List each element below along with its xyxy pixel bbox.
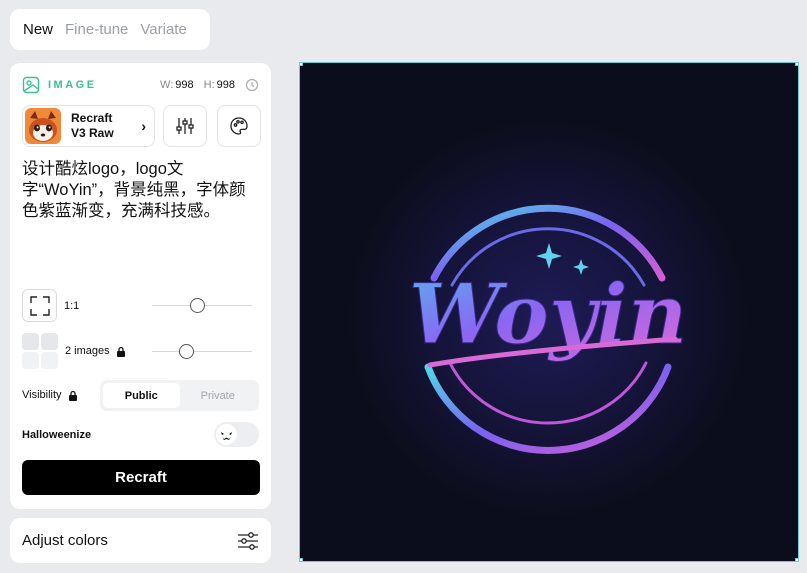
image-settings-panel: IMAGE W: 998 H: 998 Recraft V3 Raw › 设计酷… <box>10 63 271 509</box>
sliders-icon <box>176 118 194 134</box>
recraft-generate-button[interactable]: Recraft <box>22 460 260 495</box>
image-icon <box>22 76 40 94</box>
resize-handle-bottom-left[interactable] <box>300 558 303 561</box>
woyin-logo-image: Woyin <box>300 63 798 561</box>
height-readout[interactable]: H: 998 <box>204 79 235 91</box>
tab-fine-tune[interactable]: Fine-tune <box>65 21 128 38</box>
image-dimensions: W: 998 H: 998 <box>160 78 259 92</box>
resize-handle-top-right[interactable] <box>795 63 798 66</box>
adjust-sliders-icon <box>238 531 258 550</box>
width-readout[interactable]: W: 998 <box>160 79 194 91</box>
halloweenize-switch-thumb <box>216 424 237 445</box>
mode-tabs: New Fine-tune Variate <box>10 9 210 50</box>
image-count-icon[interactable] <box>22 333 58 369</box>
halloweenize-label: Halloweenize <box>22 429 92 441</box>
image-count-label: 2 images <box>65 345 126 357</box>
palette-icon <box>230 117 248 135</box>
clock-icon[interactable] <box>245 78 259 92</box>
visibility-private-option[interactable]: Private <box>180 383 257 408</box>
chevron-right-icon: › <box>141 118 146 134</box>
aspect-ratio-label: 1:1 <box>64 299 80 312</box>
tab-variate[interactable]: Variate <box>140 21 186 38</box>
image-count-slider-knob[interactable] <box>179 344 194 359</box>
visibility-label: Visibility <box>22 389 78 401</box>
color-palette-button[interactable] <box>217 105 261 147</box>
aspect-ratio-slider[interactable] <box>152 298 252 313</box>
adjust-colors-label: Adjust colors <box>22 532 108 549</box>
image-header: IMAGE W: 998 H: 998 <box>22 75 259 95</box>
pumpkin-face-icon <box>221 431 232 440</box>
aspect-ratio-slider-knob[interactable] <box>190 298 205 313</box>
image-count-slider[interactable] <box>152 344 252 359</box>
prompt-text[interactable]: 设计酷炫logo，logo文字“WoYin”，背景纯黑，字体颜色紫蓝渐变，充满科… <box>22 159 262 222</box>
tab-new[interactable]: New <box>23 21 53 38</box>
resize-handle-top-left[interactable] <box>300 63 303 66</box>
settings-sliders-button[interactable] <box>163 105 207 147</box>
halloweenize-switch[interactable] <box>214 422 259 447</box>
lock-icon <box>68 390 77 401</box>
generated-image-canvas[interactable]: Woyin <box>299 62 799 562</box>
adjust-colors-section[interactable]: Adjust colors <box>10 518 271 563</box>
red-panda-avatar <box>25 108 61 144</box>
aspect-ratio-icon[interactable] <box>22 289 57 322</box>
model-name: Recraft V3 Raw <box>71 111 114 140</box>
resize-handle-bottom-right[interactable] <box>795 558 798 561</box>
visibility-public-option[interactable]: Public <box>103 383 180 408</box>
lock-icon <box>116 346 125 357</box>
model-selector[interactable]: Recraft V3 Raw › <box>22 105 155 147</box>
section-title: IMAGE <box>48 79 97 91</box>
visibility-toggle: Public Private <box>100 380 259 411</box>
